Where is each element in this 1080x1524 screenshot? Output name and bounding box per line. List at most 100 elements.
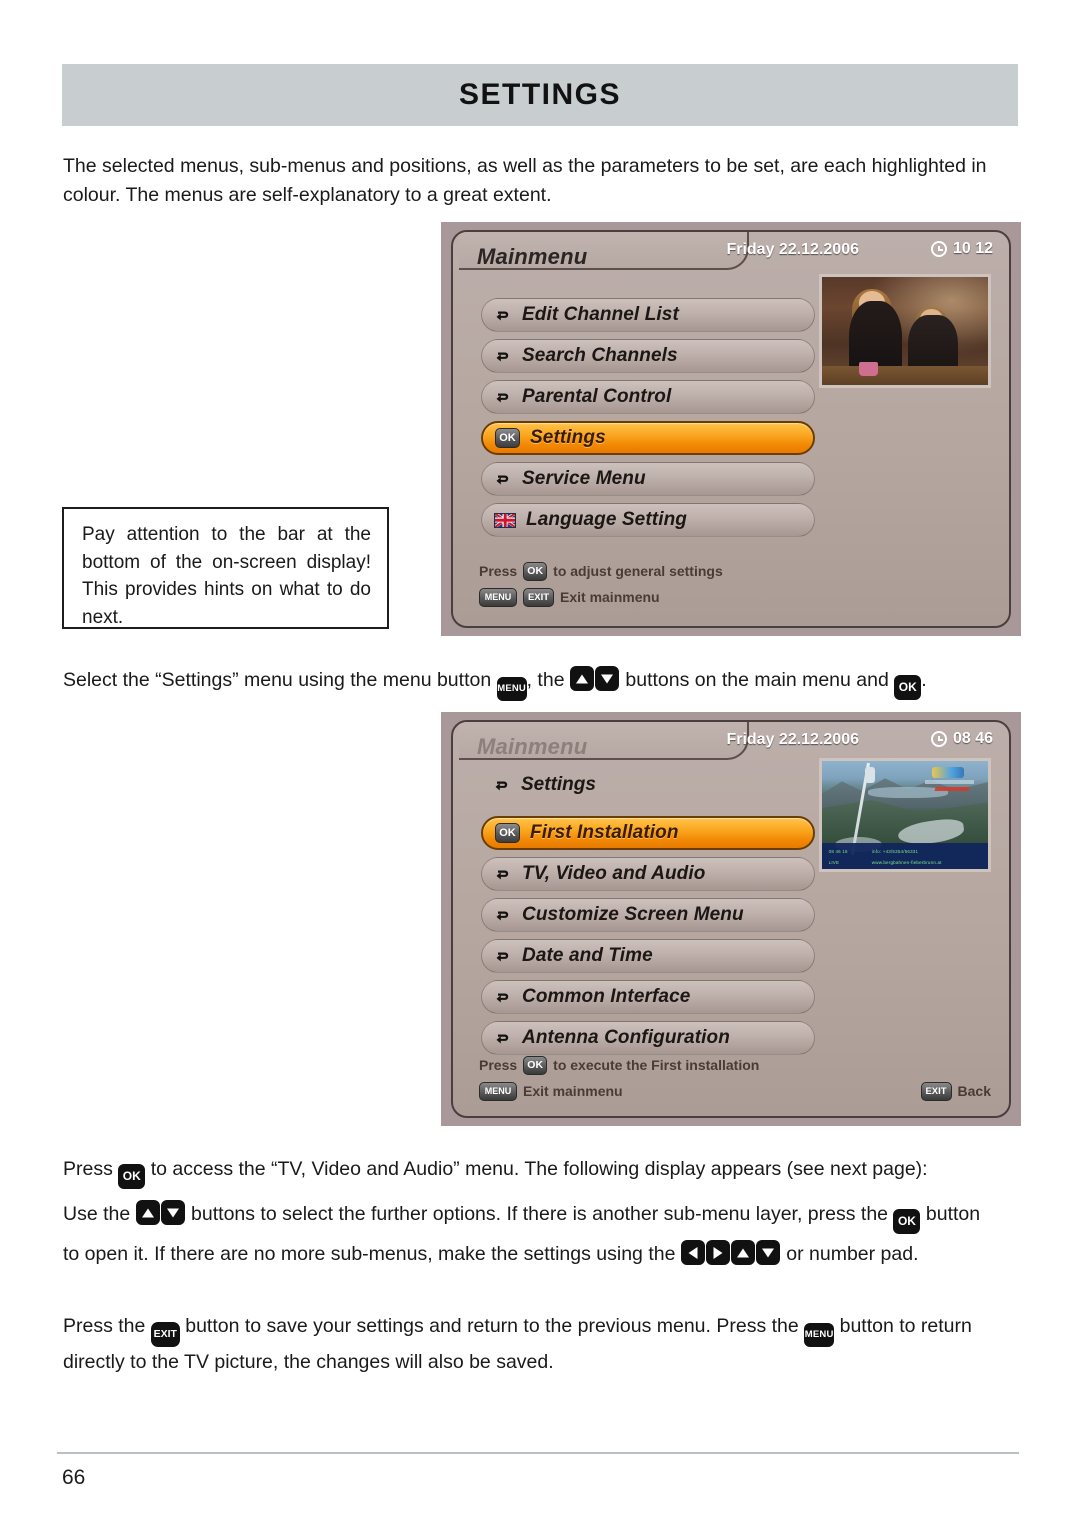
- ok-chip-icon: OK: [495, 823, 520, 843]
- osd-time: 10 12: [952, 240, 993, 257]
- ok-key-icon: OK: [894, 675, 922, 700]
- osd-menu-item-first-installation-selected[interactable]: OK First Installation: [481, 816, 815, 850]
- osd-menu-item-service-menu[interactable]: Service Menu: [481, 462, 815, 496]
- osd-menu-item-customize-screen-menu[interactable]: Customize Screen Menu: [481, 898, 815, 932]
- return-arrow-icon: [494, 906, 512, 924]
- osd-hint-exit-back: MENU Exit mainmenu EXIT Back: [479, 1078, 991, 1104]
- down-arrow-key-icon: [755, 1240, 780, 1265]
- clock-icon: [930, 731, 947, 747]
- press-ok-paragraph: Press OK to access the “TV, Video and Au…: [63, 1155, 1021, 1189]
- preview-info-bar: [822, 843, 988, 869]
- open-text-2: or number pad.: [786, 1243, 919, 1265]
- ok-key-icon: OK: [523, 561, 548, 581]
- press-ok-text-2: to access the “TV, Video and Audio” menu…: [150, 1158, 928, 1180]
- osd-clock: 10 12: [930, 240, 993, 258]
- osd-topbar: Mainmenu Friday 22.12.2006 08 46: [453, 722, 1009, 760]
- down-arrow-key-icon: [160, 1200, 185, 1225]
- osd-menu-item-label: First Installation: [530, 822, 679, 843]
- preview-image-ski-webcam: 08 46 16 LIVE info: +43/5354/56331 www.b…: [822, 761, 988, 869]
- menu-key-icon: MENU: [479, 1081, 517, 1101]
- osd-hint-back-label: Back: [957, 1083, 991, 1099]
- menu-key-icon: MENU: [479, 587, 517, 607]
- menu-key-icon: MENU: [804, 1323, 835, 1347]
- osd-hint-suffix: to execute the First installation: [553, 1057, 760, 1073]
- tv-preview-thumbnail: [819, 274, 991, 388]
- menu-key-icon: MENU: [496, 677, 527, 701]
- osd-hint-press-ok: Press OK to execute the First installati…: [479, 1052, 991, 1078]
- osd-menu-item-settings-selected[interactable]: OK Settings: [481, 421, 815, 455]
- note-box: Pay attention to the bar at the bottom o…: [62, 507, 389, 629]
- page-title-banner: SETTINGS: [62, 64, 1018, 126]
- return-arrow-icon: [494, 347, 512, 365]
- preview-table: [822, 365, 988, 385]
- osd-breadcrumb: Settings: [493, 774, 596, 796]
- exit-save-paragraph: Press the EXIT button to save your setti…: [63, 1311, 1021, 1377]
- return-arrow-icon: [494, 988, 512, 1006]
- preview-info-time: 08 46 16: [828, 848, 848, 854]
- ok-chip-icon: OK: [495, 428, 520, 448]
- osd-menu-item-label: Search Channels: [522, 345, 678, 366]
- exit-text-1: Press the: [63, 1315, 146, 1337]
- use-text-3: button: [925, 1203, 981, 1225]
- osd-menu-item-label: Common Interface: [522, 986, 691, 1007]
- open-text-1: to open it. If there are no more sub-men…: [63, 1243, 676, 1265]
- osd-title: Mainmenu: [477, 244, 588, 269]
- osd-menu-item-label: Date and Time: [522, 945, 653, 966]
- return-arrow-icon: [494, 388, 512, 406]
- ok-key-icon: OK: [118, 1164, 146, 1189]
- preview-info-phone: info: +43/5354/56331: [871, 848, 919, 854]
- osd-menu-item-label: Language Setting: [526, 509, 687, 530]
- exit-text-2: button to save your settings and return …: [185, 1315, 799, 1337]
- osd-time: 08 46: [952, 730, 993, 747]
- return-arrow-icon: [494, 470, 512, 488]
- osd-menu-item-label: TV, Video and Audio: [522, 863, 706, 884]
- up-arrow-key-icon: [569, 666, 594, 691]
- up-arrow-key-icon: [135, 1200, 160, 1225]
- down-arrow-key-icon: [594, 666, 619, 691]
- osd-menu-item-common-interface[interactable]: Common Interface: [481, 980, 815, 1014]
- osd-clock: 08 46: [930, 730, 993, 748]
- use-buttons-paragraph: Use the buttons to select the further op…: [63, 1200, 1021, 1234]
- document-page: SETTINGS The selected menus, sub-menus a…: [0, 0, 1080, 1524]
- osd-hint-exit-label: Exit mainmenu: [560, 589, 660, 605]
- osd-hint-exit-label: Exit mainmenu: [523, 1083, 623, 1099]
- left-arrow-key-icon: [680, 1240, 705, 1265]
- osd-menu-item-parental-control[interactable]: Parental Control: [481, 380, 815, 414]
- preview-image-pub-scene: [822, 277, 988, 385]
- select-text-2: , the: [526, 669, 565, 691]
- osd-menu-list-settings: OK First Installation TV, Video and Audi…: [481, 816, 815, 1062]
- osd-hint-suffix: to adjust general settings: [553, 563, 723, 579]
- select-text-1: Select the “Settings” menu using the men…: [63, 669, 492, 691]
- preview-cup: [858, 362, 879, 377]
- right-arrow-key-icon: [705, 1240, 730, 1265]
- osd-menu-item-search-channels[interactable]: Search Channels: [481, 339, 815, 373]
- exit-key-icon: EXIT: [920, 1081, 952, 1101]
- exit-key-icon: EXIT: [150, 1322, 180, 1347]
- osd-menu-item-edit-channel-list[interactable]: Edit Channel List: [481, 298, 815, 332]
- footer-divider: [57, 1452, 1019, 1454]
- osd-menu-item-label: Service Menu: [522, 468, 646, 489]
- osd-menu-item-date-and-time[interactable]: Date and Time: [481, 939, 815, 973]
- osd-menu-list-mainmenu: Edit Channel List Search Channels Parent…: [481, 298, 815, 544]
- return-arrow-icon: [493, 776, 511, 794]
- osd-menu-item-tv-video-audio[interactable]: TV, Video and Audio: [481, 857, 815, 891]
- press-ok-text-1: Press: [63, 1158, 113, 1180]
- clock-icon: [930, 241, 947, 257]
- select-settings-paragraph: Select the “Settings” menu using the men…: [63, 666, 1021, 701]
- preview-info-url: www.bergbahnen-fieberbrunn.at: [871, 859, 942, 865]
- ok-key-icon: OK: [523, 1055, 548, 1075]
- osd-menu-item-label: Edit Channel List: [522, 304, 679, 325]
- preview-channel-logo: [922, 767, 978, 795]
- intro-paragraph: The selected menus, sub-menus and positi…: [63, 155, 987, 206]
- osd-hint-press-ok: Press OK to adjust general settings: [479, 558, 991, 584]
- union-jack-flag-icon: [494, 512, 516, 528]
- osd-menu-item-language-setting[interactable]: Language Setting: [481, 503, 815, 537]
- osd-date: Friday 22.12.2006: [726, 241, 859, 258]
- osd-menu-item-label: Antenna Configuration: [522, 1027, 730, 1048]
- exit-key-icon: EXIT: [523, 587, 554, 607]
- page-title: SETTINGS: [458, 78, 621, 111]
- osd-menu-item-antenna-configuration[interactable]: Antenna Configuration: [481, 1021, 815, 1055]
- ok-key-icon: OK: [893, 1209, 921, 1234]
- preview-gondola: [865, 767, 876, 784]
- return-arrow-icon: [494, 306, 512, 324]
